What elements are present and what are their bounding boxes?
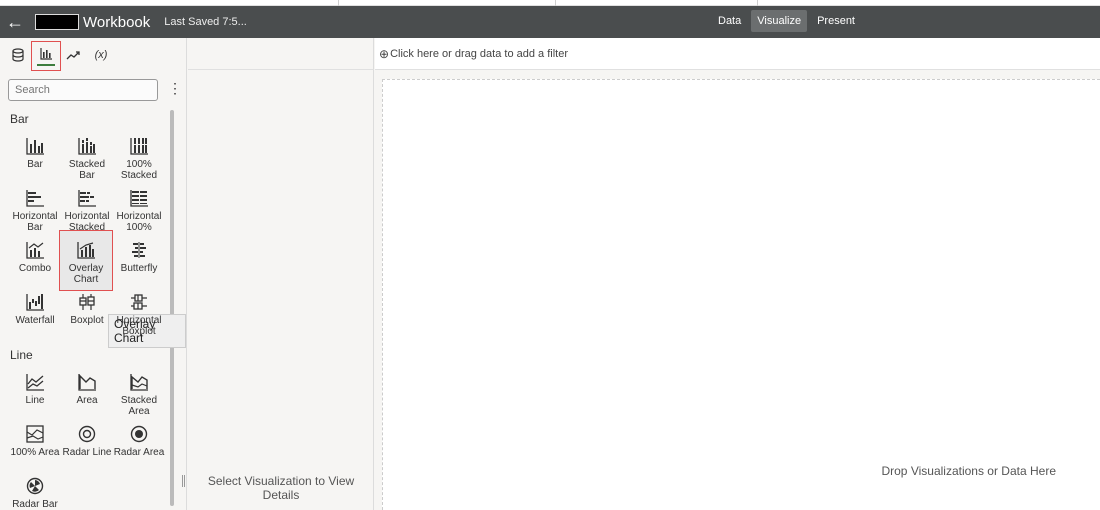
viz-radar-line[interactable]: Radar Line [61, 424, 113, 458]
viz-area[interactable]: Area [61, 372, 113, 406]
viz-label: 100% Area [10, 447, 60, 458]
viz-label: Area [76, 395, 98, 406]
viz-label: Bar [27, 159, 43, 170]
viz-combo[interactable]: Combo [9, 240, 61, 274]
details-placeholder-text: Select Visualization to View Details [207, 474, 355, 502]
viz-overlay-chart[interactable]: Overlay Chart [59, 230, 113, 291]
viz-100-stacked[interactable]: 100% Stacked [113, 136, 165, 181]
tab-visualize[interactable]: Visualize [751, 10, 808, 32]
panel-toolbar: (x) [0, 38, 186, 74]
radar-area-icon [130, 425, 148, 443]
viz-label: Radar Area [113, 447, 165, 458]
viz-stacked-area[interactable]: Stacked Area [113, 372, 165, 417]
stacked-bar-icon [78, 138, 96, 155]
waterfall-icon [26, 294, 44, 311]
horizontal-bar-icon [26, 190, 44, 207]
radar-bar-icon [26, 477, 44, 495]
horizontal-boxplot-icon [131, 294, 147, 310]
panel-resize-handle[interactable] [182, 475, 185, 487]
workbook-title: Workbook [83, 13, 151, 31]
horizontal-100-icon [130, 190, 148, 207]
viz-label: Stacked Bar [68, 159, 106, 181]
viz-label: Horizontal Bar [12, 211, 58, 233]
section-bar-heading: Bar [10, 112, 29, 126]
viz-label: Combo [18, 263, 52, 274]
viz-label: Radar Line [62, 447, 112, 458]
viz-label: Horizontal 100% [116, 211, 162, 233]
last-saved-status: Last Saved 7:5... [164, 16, 247, 28]
visualization-canvas[interactable]: Drop Visualizations or Data Here [382, 79, 1100, 510]
search-input[interactable] [8, 79, 158, 101]
section-line-heading: Line [10, 348, 33, 362]
overlay-chart-icon [77, 242, 95, 259]
line-icon [26, 374, 44, 391]
viz-label: Boxplot [70, 315, 104, 326]
bar-icon [26, 138, 44, 155]
stacked-area-icon [130, 374, 148, 391]
filter-bar[interactable]: ⊕ Click here or drag data to add a filte… [375, 38, 1100, 70]
viz-label: 100% Stacked [120, 159, 158, 181]
panel-scrollbar[interactable] [170, 110, 174, 506]
bar-chart-icon[interactable] [31, 41, 61, 71]
viz-label: Overlay Chart [68, 263, 104, 285]
details-panel: Select Visualization to View Details [188, 70, 374, 510]
viz-horizontal-stacked[interactable]: Horizontal Stacked [61, 188, 113, 233]
viz-line[interactable]: Line [9, 372, 61, 406]
area-100-icon [26, 425, 44, 443]
more-options-icon[interactable]: ⋮ [168, 80, 182, 97]
radar-line-icon [78, 425, 96, 443]
analytics-icon[interactable] [62, 44, 84, 66]
viz-radar-bar[interactable]: Radar Bar [9, 476, 61, 510]
combo-icon [26, 242, 44, 259]
app-header: ← Workbook Last Saved 7:5... Data Visual… [0, 6, 1100, 38]
stacked-100-icon [130, 138, 148, 155]
viz-radar-area[interactable]: Radar Area [113, 424, 165, 458]
viz-boxplot[interactable]: Boxplot [61, 292, 113, 326]
back-arrow-icon[interactable]: ← [0, 6, 30, 38]
tab-present[interactable]: Present [811, 10, 861, 32]
butterfly-icon [132, 242, 146, 258]
viz-label: Horizontal Boxplot [116, 315, 162, 337]
viz-horizontal-boxplot[interactable]: Horizontal Boxplot [113, 292, 165, 337]
details-panel-header [188, 38, 374, 70]
viz-stacked-bar[interactable]: Stacked Bar [61, 136, 113, 181]
viz-label: Radar Bar [12, 499, 58, 510]
viz-label: Stacked Area [120, 395, 158, 417]
database-icon[interactable] [7, 44, 29, 66]
boxplot-icon [79, 294, 95, 310]
viz-horizontal-100[interactable]: Horizontal 100% [113, 188, 165, 233]
viz-bar[interactable]: Bar [9, 136, 61, 170]
viz-waterfall[interactable]: Waterfall [9, 292, 61, 326]
viz-label: Line [25, 395, 45, 406]
add-filter-icon[interactable]: ⊕ [379, 47, 389, 61]
viz-horizontal-bar[interactable]: Horizontal Bar [9, 188, 61, 233]
viz-100-area[interactable]: 100% Area [9, 424, 61, 458]
viz-butterfly[interactable]: Butterfly [113, 240, 165, 274]
calculation-icon[interactable]: (x) [90, 44, 112, 66]
tab-data[interactable]: Data [712, 10, 747, 32]
canvas-drop-text: Drop Visualizations or Data Here [881, 464, 1056, 478]
workbook-logo [35, 14, 79, 30]
data-panel: (x) ⋮ Bar Bar Stacked Bar 100% Stacked H… [0, 38, 187, 510]
filter-prompt: Click here or drag data to add a filter [390, 47, 568, 60]
horizontal-stacked-icon [78, 190, 96, 207]
mode-tabs: Data Visualize Present [712, 10, 861, 32]
area-icon [78, 374, 96, 391]
viz-label: Butterfly [120, 263, 158, 274]
viz-label: Waterfall [15, 315, 55, 326]
